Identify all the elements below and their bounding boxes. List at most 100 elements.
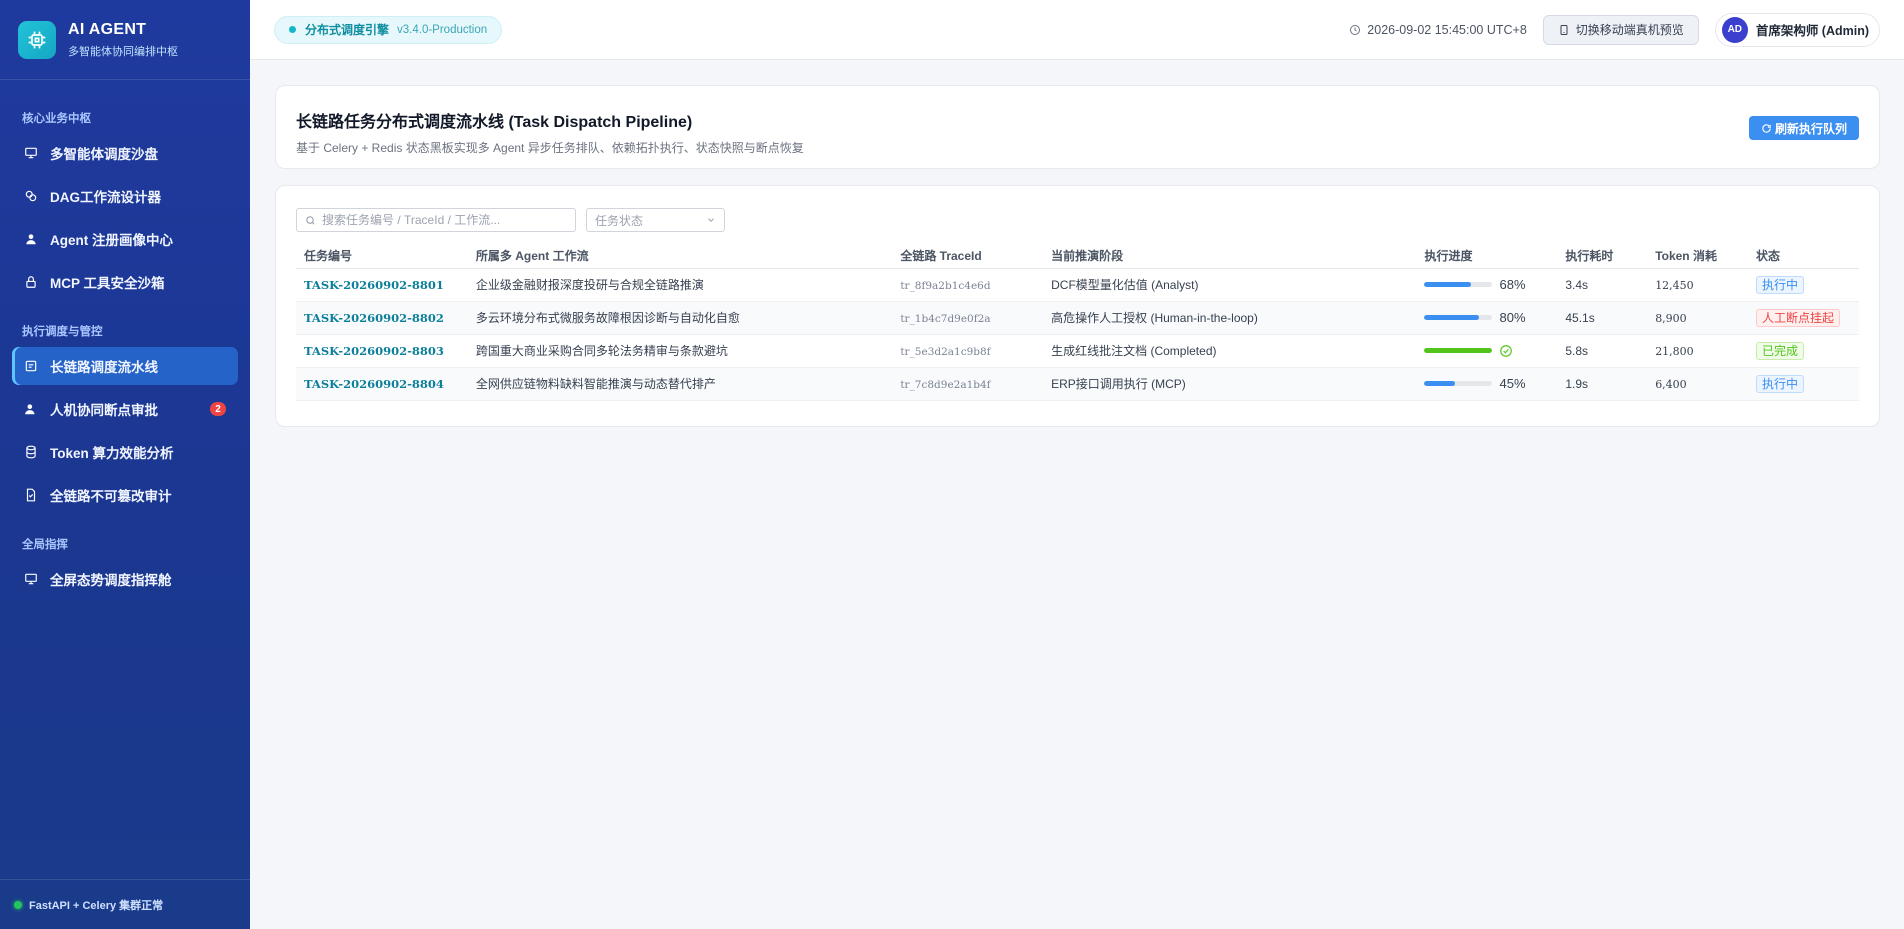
current-stage: DCF模型量化估值 (Analyst)	[1043, 268, 1417, 302]
progress: 45%	[1424, 376, 1549, 391]
sidebar-item-agent-registry[interactable]: Agent 注册画像中心	[12, 220, 238, 258]
engine-badge: 分布式调度引擎 v3.4.0-Production	[274, 15, 503, 44]
nav-heading: 执行调度与管控	[22, 326, 103, 338]
duration: 1.9s	[1557, 367, 1648, 401]
sidebar-item-label: MCP 工具安全沙箱	[50, 276, 165, 291]
page-subtitle: 基于 Celery + Redis 状态黑板实现多 Agent 异步任务排队、依…	[296, 141, 804, 155]
task-table: 任务编号 所属多 Agent 工作流 全链路 TraceId 当前推演阶段 执行…	[296, 244, 1859, 401]
task-id[interactable]: TASK-20260902-8803	[304, 344, 444, 358]
token-usage: 21,800	[1655, 344, 1694, 358]
user-check-icon	[25, 404, 35, 415]
sidebar-item-mcp-sandbox[interactable]: MCP 工具安全沙箱	[12, 263, 238, 301]
progress: 68%	[1424, 277, 1549, 292]
database-icon	[26, 445, 36, 459]
column-header[interactable]: 状态	[1747, 244, 1859, 269]
column-header[interactable]: 所属多 Agent 工作流	[467, 244, 893, 269]
duration: 5.8s	[1557, 334, 1648, 368]
duration: 3.4s	[1557, 268, 1648, 302]
sidebar-item-audit[interactable]: 全链路不可篡改审计	[12, 476, 238, 514]
task-table-card: 任务状态 任务编号 所属多 Agent 工作流 全链路 TraceId 当前推演…	[275, 185, 1880, 427]
sidebar-item-hitl-approval[interactable]: 人机协同断点审批 2	[12, 390, 238, 428]
sidebar-item-label: 全链路不可篡改审计	[50, 489, 172, 504]
mobile-preview-button[interactable]: 切换移动端真机预览	[1542, 14, 1699, 45]
sidebar: AI AGENT 多智能体协同编排中枢 核心业务中枢 多智能体调度沙盘 DAG工…	[0, 0, 250, 929]
duration: 45.1s	[1557, 301, 1648, 335]
chevron-down-icon	[708, 218, 714, 222]
column-header[interactable]: 任务编号	[296, 244, 468, 269]
column-header[interactable]: 全链路 TraceId	[892, 244, 1044, 269]
progress-bar	[1424, 282, 1493, 287]
refresh-icon	[1762, 123, 1771, 133]
table-row[interactable]: TASK-20260902-8803 跨国重大商业采购合同多轮法务精审与条款避坑…	[296, 334, 1859, 368]
table-row[interactable]: TASK-20260902-8802 多云环境分布式微服务故障根因诊断与自动化自…	[296, 301, 1859, 335]
status-badge: 已完成	[1755, 341, 1804, 360]
status-badge: 执行中	[1755, 275, 1804, 294]
workflow-name: 跨国重大商业采购合同多轮法务精审与条款避坑	[467, 334, 893, 368]
sidebar-item-command-center[interactable]: 全屏态势调度指挥舱	[12, 560, 238, 598]
table-header-row: 任务编号 所属多 Agent 工作流 全链路 TraceId 当前推演阶段 执行…	[296, 244, 1859, 269]
trace-id: tr_7c8d9e2a1b4f	[900, 378, 991, 391]
workflow-name: 企业级金融财报深度投研与合规全链路推演	[467, 268, 893, 302]
engine-name: 分布式调度引擎	[305, 23, 390, 37]
chip-icon	[18, 20, 56, 59]
progress-label: 80%	[1499, 310, 1526, 325]
top-header: 分布式调度引擎 v3.4.0-Production 2026-09-02 15:…	[250, 0, 1904, 60]
monitor-icon	[25, 147, 37, 159]
sidebar-item-label: 长链路调度流水线	[50, 360, 158, 375]
sidebar-item-label: Agent 注册画像中心	[50, 233, 173, 248]
mobile-preview-label: 切换移动端真机预览	[1575, 23, 1684, 37]
table-row[interactable]: TASK-20260902-8801 企业级金融财报深度投研与合规全链路推演 t…	[296, 268, 1859, 302]
nav-heading: 核心业务中枢	[22, 113, 91, 125]
status-dot-icon	[14, 900, 22, 909]
engine-status-dot-icon	[289, 26, 296, 33]
lock-icon	[26, 276, 36, 288]
status-badge: 人工断点挂起	[1755, 308, 1840, 327]
brand-subtitle: 多智能体协同编排中枢	[68, 45, 178, 58]
workflow-name: 多云环境分布式微服务故障根因诊断与自动化自愈	[467, 301, 893, 335]
trace-id: tr_8f9a2b1c4e6d	[900, 279, 991, 292]
column-header[interactable]: 当前推演阶段	[1043, 244, 1417, 269]
nav-heading: 全局指挥	[22, 539, 68, 551]
refresh-queue-button[interactable]: 刷新执行队列	[1748, 116, 1859, 140]
cluster-status: FastAPI + Celery 集群正常	[0, 879, 250, 929]
column-header[interactable]: Token 消耗	[1647, 244, 1748, 269]
search-box	[296, 208, 576, 232]
token-usage: 8,900	[1655, 311, 1687, 325]
sidebar-item-pipeline[interactable]: 长链路调度流水线	[12, 347, 238, 385]
task-id[interactable]: TASK-20260902-8804	[304, 377, 444, 391]
workflow-name: 全网供应链物料缺料智能推演与动态替代排产	[467, 367, 893, 401]
status-select[interactable]: 任务状态	[586, 208, 725, 232]
table-row[interactable]: TASK-20260902-8804 全网供应链物料缺料智能推演与动态替代排产 …	[296, 367, 1859, 401]
sidebar-item-sandbox[interactable]: 多智能体调度沙盘	[12, 134, 238, 172]
task-id[interactable]: TASK-20260902-8802	[304, 311, 444, 325]
engine-version: v3.4.0-Production	[397, 23, 488, 36]
progress-bar-fill	[1424, 348, 1493, 353]
sidebar-item-label: DAG工作流设计器	[50, 190, 161, 205]
sidebar-item-dag-designer[interactable]: DAG工作流设计器	[12, 177, 238, 215]
tablet-icon	[1560, 24, 1568, 35]
column-header[interactable]: 执行耗时	[1557, 244, 1648, 269]
pending-count-badge: 2	[210, 402, 226, 416]
sidebar-item-label: 全屏态势调度指挥舱	[50, 573, 172, 588]
search-icon	[306, 215, 315, 225]
column-header[interactable]: 执行进度	[1416, 244, 1558, 269]
token-usage: 6,400	[1655, 377, 1687, 391]
progress	[1424, 344, 1549, 358]
user-menu[interactable]: AD 首席架构师 (Admin)	[1714, 12, 1880, 47]
progress-bar	[1424, 348, 1493, 353]
header-right: 2026-09-02 15:45:00 UTC+8 切换移动端真机预览 AD 首…	[1349, 12, 1880, 47]
screen-icon	[25, 573, 37, 585]
sidebar-item-label: 多智能体调度沙盘	[50, 147, 158, 162]
search-input[interactable]	[322, 213, 562, 227]
progress-bar-fill	[1424, 315, 1479, 320]
current-stage: ERP接口调用执行 (MCP)	[1043, 367, 1417, 401]
user-name: 首席架构师 (Admin)	[1755, 24, 1869, 38]
refresh-label: 刷新执行队列	[1774, 121, 1847, 136]
trace-id: tr_1b4c7d9e0f2a	[900, 312, 991, 325]
sidebar-item-label: 人机协同断点审批	[50, 403, 158, 418]
progress-bar-fill	[1424, 282, 1471, 287]
clock-icon	[1350, 24, 1361, 35]
page-title: 长链路任务分布式调度流水线 (Task Dispatch Pipeline)	[296, 114, 693, 131]
sidebar-item-token-analysis[interactable]: Token 算力效能分析	[12, 433, 238, 471]
task-id[interactable]: TASK-20260902-8801	[304, 278, 444, 292]
